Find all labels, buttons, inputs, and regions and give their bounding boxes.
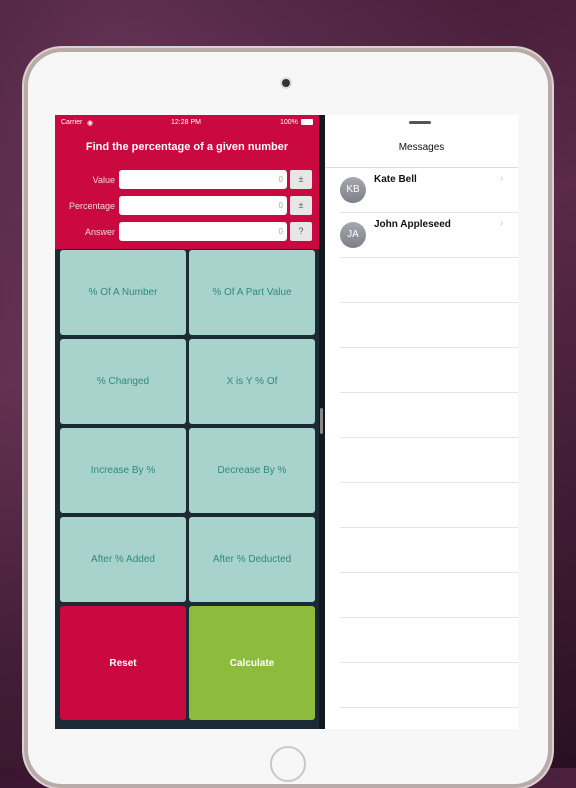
avatar: JA — [340, 222, 366, 248]
calculator-pane: Carrier ◉ 12:28 PM 100% Find the percent… — [55, 115, 319, 729]
percentage-label: Percentage — [68, 201, 115, 211]
carrier-label: Carrier — [61, 119, 83, 126]
value-sign-button[interactable]: ± — [290, 170, 312, 189]
answer-label: Answer — [84, 227, 115, 237]
row-separator — [340, 392, 518, 393]
front-camera — [282, 79, 290, 87]
status-bar: Carrier ◉ 12:28 PM 100% — [55, 115, 319, 133]
avatar: KB — [340, 177, 366, 203]
row-separator — [340, 617, 518, 618]
chevron-right-icon: › — [500, 173, 504, 184]
percentage-input[interactable]: 0 — [119, 196, 287, 215]
row-separator — [340, 437, 518, 438]
answer-input[interactable]: 0 — [119, 222, 287, 241]
row-separator — [340, 707, 518, 708]
row-separator — [340, 527, 518, 528]
messages-pane: Messages KB Kate Bell › JA John Applesee… — [325, 115, 518, 729]
screen: Carrier ◉ 12:28 PM 100% Find the percent… — [55, 115, 518, 729]
home-button[interactable] — [270, 746, 306, 782]
battery-label: 100% — [280, 119, 298, 126]
row-separator — [340, 482, 518, 483]
mode-percent-of-number-button[interactable]: % Of A Number — [60, 250, 186, 335]
row-separator — [340, 347, 518, 348]
mode-after-added-button[interactable]: After % Added — [60, 517, 186, 602]
contact-name: Kate Bell — [374, 174, 417, 185]
wifi-icon: ◉ — [87, 120, 94, 127]
split-view-handle[interactable] — [320, 408, 323, 434]
mode-increase-button[interactable]: Increase By % — [60, 428, 186, 513]
grabber-handle[interactable] — [409, 121, 431, 124]
messages-title: Messages — [398, 142, 445, 153]
contact-name: John Appleseed — [374, 219, 451, 230]
clock: 12:28 PM — [171, 119, 201, 126]
calculator-header: Carrier ◉ 12:28 PM 100% Find the percent… — [55, 115, 319, 249]
contact-row[interactable]: KB Kate Bell › — [325, 168, 518, 213]
percentage-sign-button[interactable]: ± — [290, 196, 312, 215]
reset-button[interactable]: Reset — [60, 606, 186, 720]
battery-icon — [301, 119, 313, 125]
value-label: Value — [92, 175, 115, 185]
mode-after-deducted-button[interactable]: After % Deducted — [189, 517, 315, 602]
row-separator — [340, 257, 518, 258]
contact-row[interactable]: JA John Appleseed › — [325, 213, 518, 258]
mode-decrease-button[interactable]: Decrease By % — [189, 428, 315, 513]
chevron-right-icon: › — [500, 218, 504, 229]
row-separator — [340, 572, 518, 573]
calculate-button[interactable]: Calculate — [189, 606, 315, 720]
mode-percent-changed-button[interactable]: % Changed — [60, 339, 186, 424]
mode-x-is-y-percent-button[interactable]: X is Y % Of — [189, 339, 315, 424]
row-separator — [340, 662, 518, 663]
value-input[interactable]: 0 — [119, 170, 287, 189]
row-separator — [340, 302, 518, 303]
page-title: Find the percentage of a given number — [85, 141, 289, 153]
help-button[interactable]: ? — [290, 222, 312, 241]
mode-percent-of-part-button[interactable]: % Of A Part Value — [189, 250, 315, 335]
